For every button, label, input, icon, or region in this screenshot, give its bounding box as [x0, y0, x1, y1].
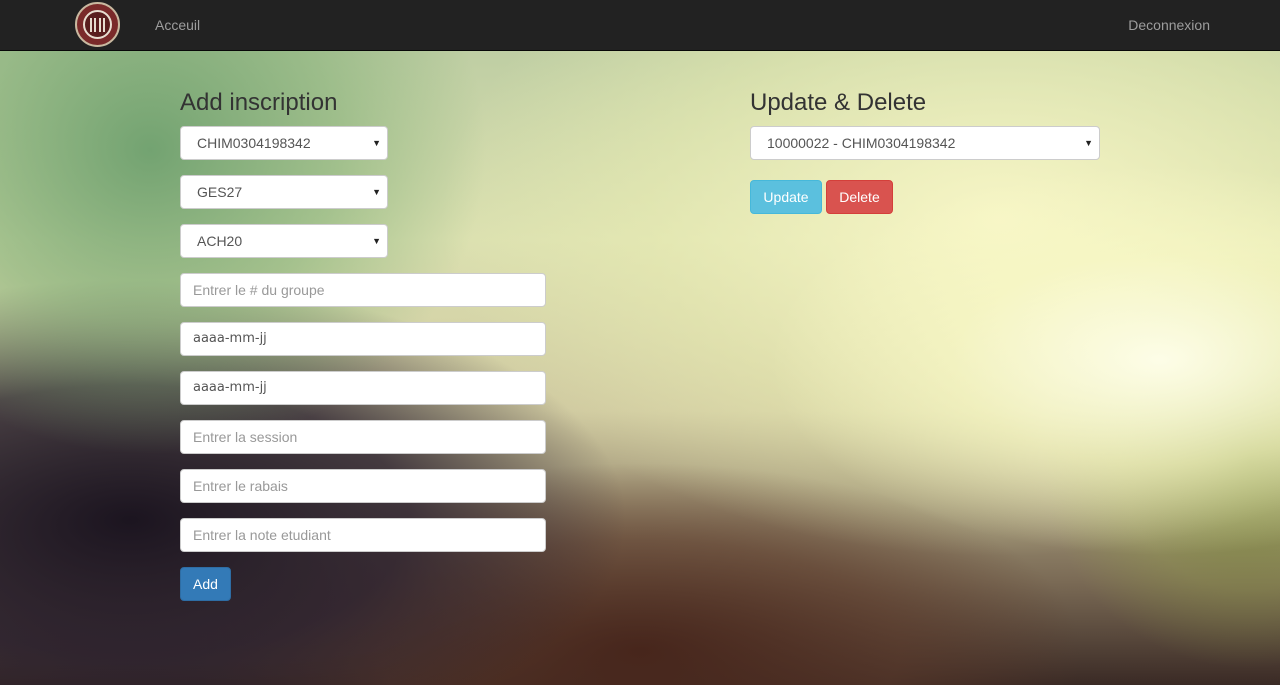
chevron-down-icon: ▼ — [1084, 138, 1093, 148]
student-select[interactable]: CHIM0304198342 ▼ — [180, 126, 388, 160]
add-inscription-title: Add inscription — [180, 89, 338, 116]
top-navbar: Acceuil Deconnexion — [0, 0, 1280, 51]
end-date-input[interactable]: aaaa-mm-jj — [180, 371, 546, 405]
record-select[interactable]: 10000022 - CHIM0304198342 ▼ — [750, 126, 1100, 160]
update-delete-title: Update & Delete — [750, 89, 927, 116]
chevron-down-icon: ▼ — [372, 187, 381, 197]
start-date-input[interactable]: aaaa-mm-jj — [180, 322, 546, 356]
group-input[interactable]: Entrer le # du groupe — [180, 273, 546, 307]
chevron-down-icon: ▼ — [372, 236, 381, 246]
course-select-value: GES27 — [197, 184, 243, 200]
rabais-input[interactable]: Entrer le rabais — [180, 469, 546, 503]
add-button[interactable]: Add — [180, 567, 231, 601]
teacher-select[interactable]: ACH20 ▼ — [180, 224, 388, 258]
chevron-down-icon: ▼ — [372, 138, 381, 148]
teacher-select-value: ACH20 — [197, 233, 243, 249]
college-logo-icon[interactable] — [75, 2, 120, 47]
delete-button[interactable]: Delete — [826, 180, 893, 214]
student-select-value: CHIM0304198342 — [197, 135, 311, 151]
course-select[interactable]: GES27 ▼ — [180, 175, 388, 209]
session-input[interactable]: Entrer la session — [180, 420, 546, 454]
update-button[interactable]: Update — [750, 180, 822, 214]
nav-logout-link[interactable]: Deconnexion — [1128, 16, 1210, 34]
note-input[interactable]: Entrer la note etudiant — [180, 518, 546, 552]
record-select-value: 10000022 - CHIM0304198342 — [767, 135, 956, 151]
nav-home-link[interactable]: Acceuil — [155, 16, 200, 34]
